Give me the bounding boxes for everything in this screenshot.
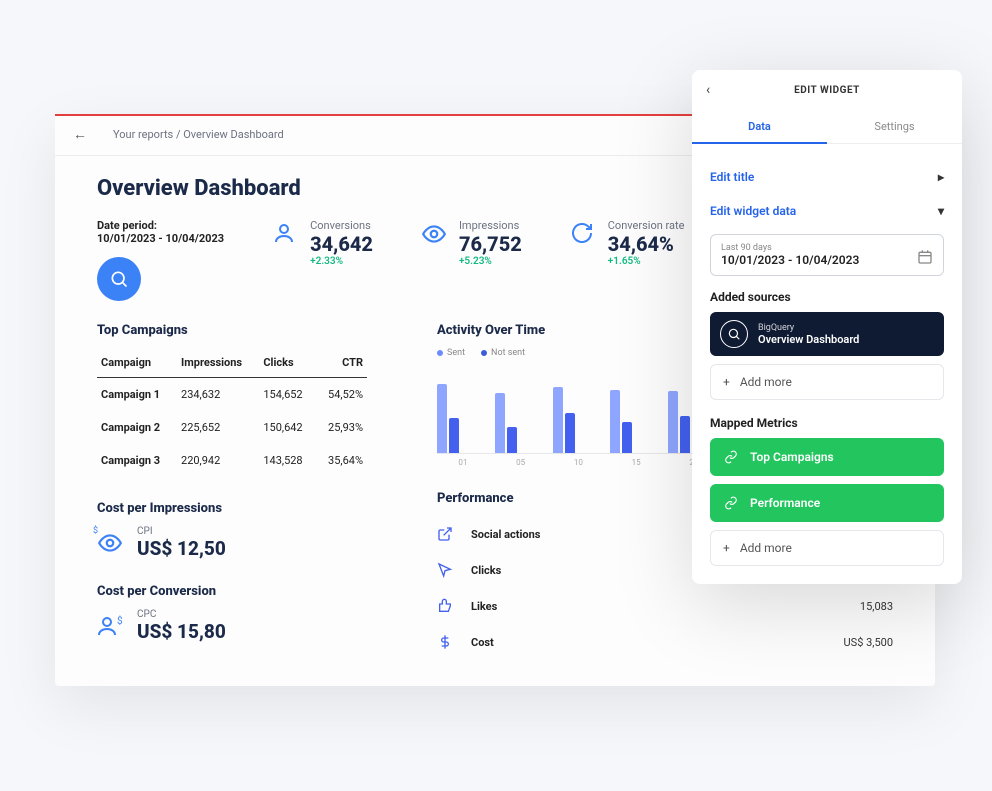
cpc-block: Cost per Conversion $ CPC US$ 15,80 xyxy=(97,584,367,643)
date-range-picker[interactable]: Last 90 days 10/01/2023 - 10/04/2023 xyxy=(710,234,944,276)
dollar-icon xyxy=(437,634,461,650)
table-row: Campaign 3 220,942 143,528 35,64% xyxy=(97,444,367,477)
plus-icon: + xyxy=(723,375,730,389)
cpc-title: Cost per Conversion xyxy=(97,584,367,599)
metric-conversions: Conversions 34,642 +2.33% xyxy=(272,219,373,267)
legend-sent: Sent xyxy=(437,348,465,358)
metric-value: 76,752 xyxy=(459,232,522,256)
source-card[interactable]: BigQuery Overview Dashboard xyxy=(710,312,944,356)
cursor-icon xyxy=(437,562,461,578)
person-dollar-icon: $ xyxy=(97,614,127,638)
cpi-abbr: CPI xyxy=(137,526,226,537)
section-title-top-campaigns: Top Campaigns xyxy=(97,323,367,338)
perf-row: Cost US$ 3,500 xyxy=(437,624,893,660)
th-clicks: Clicks xyxy=(259,348,315,378)
th-impressions: Impressions xyxy=(177,348,259,378)
date-period-value: 10/01/2023 - 10/04/2023 xyxy=(97,232,224,245)
external-link-icon xyxy=(437,526,461,542)
link-icon xyxy=(722,494,740,512)
bigquery-icon xyxy=(97,257,141,301)
cpi-block: Cost per Impressions $ CPI US$ 12,50 xyxy=(97,501,367,560)
metric-delta: +2.33% xyxy=(310,256,373,267)
chevron-down-icon: ▾ xyxy=(938,204,944,218)
metric-value: 34,64% xyxy=(608,232,685,256)
metric-title: Impressions xyxy=(459,219,522,232)
metric-impressions: Impressions 76,752 +5.23% xyxy=(421,219,522,267)
added-sources-title: Added sources xyxy=(710,290,944,304)
metric-delta: +5.23% xyxy=(459,256,522,267)
eye-icon xyxy=(421,221,449,247)
panel-header: ‹ EDIT WIDGET xyxy=(692,70,962,110)
bigquery-source-icon xyxy=(720,320,748,348)
th-campaign: Campaign xyxy=(97,348,177,378)
cpi-value: US$ 12,50 xyxy=(137,537,226,560)
mapped-metric-performance[interactable]: Performance xyxy=(710,484,944,522)
refresh-icon xyxy=(570,221,598,245)
legend-not-sent: Not sent xyxy=(481,348,525,358)
source-type: BigQuery xyxy=(758,323,859,333)
eye-dollar-icon: $ xyxy=(97,530,127,556)
perf-row: Likes 15,083 xyxy=(437,588,893,624)
date-range-label: Last 90 days xyxy=(721,243,859,253)
mapped-metric-top-campaigns[interactable]: Top Campaigns xyxy=(710,438,944,476)
top-campaigns-table: Campaign Impressions Clicks CTR Campaign… xyxy=(97,348,367,477)
metric-title: Conversion rate xyxy=(608,219,685,232)
plus-icon: + xyxy=(723,541,730,555)
table-row: Campaign 2 225,652 150,642 25,93% xyxy=(97,411,367,444)
metric-title: Conversions xyxy=(310,219,373,232)
date-range-value: 10/01/2023 - 10/04/2023 xyxy=(721,253,859,267)
cpc-abbr: CPC xyxy=(137,609,226,620)
breadcrumb[interactable]: Your reports / Overview Dashboard xyxy=(113,128,284,141)
table-row: Campaign 1 234,632 154,652 54,52% xyxy=(97,378,367,412)
panel-back-icon[interactable]: ‹ xyxy=(706,82,710,98)
metric-delta: +1.65% xyxy=(608,256,685,267)
calendar-icon xyxy=(917,249,933,265)
add-source-button[interactable]: + Add more xyxy=(710,364,944,400)
add-metric-button[interactable]: + Add more xyxy=(710,530,944,566)
chevron-right-icon: ▸ xyxy=(938,170,944,184)
panel-tabs: Data Settings xyxy=(692,110,962,144)
mapped-metrics-title: Mapped Metrics xyxy=(710,416,944,430)
metric-conversion-rate: Conversion rate 34,64% +1.65% xyxy=(570,219,685,267)
date-period-label: Date period: xyxy=(97,219,224,232)
svg-text:$: $ xyxy=(117,614,123,627)
cpc-value: US$ 15,80 xyxy=(137,620,226,643)
edit-title-row[interactable]: Edit title ▸ xyxy=(710,160,944,194)
person-icon xyxy=(272,221,300,245)
edit-widget-panel: ‹ EDIT WIDGET Data Settings Edit title ▸… xyxy=(692,70,962,584)
metric-value: 34,642 xyxy=(310,232,373,256)
th-ctr: CTR xyxy=(316,348,367,378)
back-arrow-icon[interactable]: ← xyxy=(67,122,93,147)
cpi-title: Cost per Impressions xyxy=(97,501,367,516)
date-period: Date period: 10/01/2023 - 10/04/2023 xyxy=(97,219,224,301)
panel-title: EDIT WIDGET xyxy=(794,85,860,96)
tab-settings[interactable]: Settings xyxy=(827,110,962,143)
edit-widget-data-row[interactable]: Edit widget data ▾ xyxy=(710,194,944,228)
thumbs-up-icon xyxy=(437,598,461,614)
source-name: Overview Dashboard xyxy=(758,333,859,346)
tab-data[interactable]: Data xyxy=(692,110,827,143)
link-icon xyxy=(722,448,740,466)
